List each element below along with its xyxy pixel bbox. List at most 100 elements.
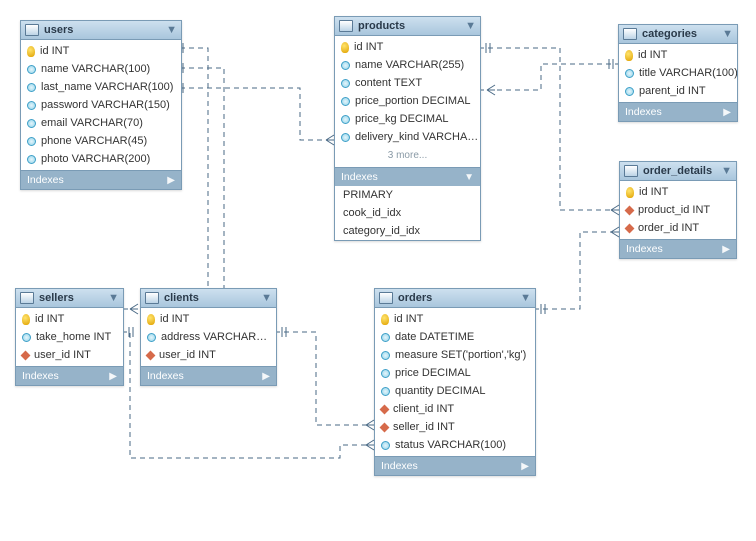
column-label: name VARCHAR(255) xyxy=(355,59,464,71)
table-column[interactable]: user_id INT xyxy=(16,346,123,364)
table-header[interactable]: sellers▼ xyxy=(16,289,123,308)
table-header[interactable]: order_details▼ xyxy=(620,162,736,181)
table-header[interactable]: users ▼ xyxy=(21,21,181,40)
table-column[interactable]: order_id INT xyxy=(620,219,736,237)
column-label: password VARCHAR(150) xyxy=(41,99,170,111)
column-label: take_home INT xyxy=(36,331,111,343)
table-categories[interactable]: categories▼ id INT title VARCHAR(100)paren… xyxy=(618,24,738,122)
table-column[interactable]: user_id INT xyxy=(141,346,276,364)
table-column[interactable]: id INT xyxy=(375,310,535,328)
table-products[interactable]: products ▼ id INT name VARCHAR(255) content … xyxy=(334,16,481,241)
column-icon xyxy=(381,351,390,360)
table-column[interactable]: product_id INT xyxy=(620,201,736,219)
table-orders[interactable]: orders ▼ id INTdate DATETIMEmeasure SET('p… xyxy=(374,288,536,476)
indexes-bar[interactable]: Indexes▶ xyxy=(16,366,123,385)
more-columns[interactable]: 3 more... xyxy=(335,146,480,165)
indexes-bar[interactable]: Indexes▶ xyxy=(375,456,535,475)
column-label: photo VARCHAR(200) xyxy=(41,153,150,165)
table-column[interactable]: measure SET('portion','kg') xyxy=(375,346,535,364)
indexes-bar[interactable]: Indexes▶ xyxy=(620,239,736,258)
table-column[interactable]: id INT xyxy=(141,310,276,328)
primary-key-icon xyxy=(625,50,633,61)
collapse-icon[interactable]: ▼ xyxy=(261,292,272,304)
table-column[interactable]: quantity DECIMAL xyxy=(375,382,535,400)
table-column[interactable]: id INT xyxy=(619,46,737,64)
table-column[interactable]: id INT xyxy=(335,38,480,56)
table-users[interactable]: users ▼ id INT name VARCHAR(100) last_name V… xyxy=(20,20,182,190)
collapse-icon[interactable]: ▼ xyxy=(465,20,476,32)
table-column[interactable]: price_portion DECIMAL xyxy=(335,92,480,110)
table-icon xyxy=(379,292,393,304)
column-list: id INT name VARCHAR(100) last_name VARCHAR… xyxy=(21,40,181,170)
indexes-bar[interactable]: Indexes▼ xyxy=(335,167,480,186)
indexes-bar[interactable]: Indexes▶ xyxy=(141,366,276,385)
table-column[interactable]: name VARCHAR(255) xyxy=(335,56,480,74)
table-column[interactable]: title VARCHAR(100) xyxy=(619,64,737,82)
collapse-icon[interactable]: ▼ xyxy=(722,28,733,40)
column-label: email VARCHAR(70) xyxy=(41,117,143,129)
table-header[interactable]: clients▼ xyxy=(141,289,276,308)
table-header[interactable]: categories▼ xyxy=(619,25,737,44)
chevron-right-icon: ▶ xyxy=(723,107,731,118)
table-column[interactable]: client_id INT xyxy=(375,400,535,418)
column-list: id INTdate DATETIMEmeasure SET('portion'… xyxy=(375,308,535,456)
primary-key-icon xyxy=(147,314,155,325)
column-icon xyxy=(381,387,390,396)
table-order_details[interactable]: order_details▼id INT product_id INTorder_… xyxy=(619,161,737,259)
table-sellers[interactable]: sellers▼ id INT take_home INT user_id INT In… xyxy=(15,288,124,386)
table-column[interactable]: id INT xyxy=(16,310,123,328)
table-column[interactable]: price DECIMAL xyxy=(375,364,535,382)
column-icon xyxy=(381,369,390,378)
collapse-icon[interactable]: ▼ xyxy=(721,165,732,177)
index-item[interactable]: PRIMARY xyxy=(335,186,480,204)
table-column[interactable]: take_home INT xyxy=(16,328,123,346)
foreign-key-icon xyxy=(380,422,390,432)
table-header[interactable]: orders ▼ xyxy=(375,289,535,308)
collapse-icon[interactable]: ▼ xyxy=(520,292,531,304)
index-item[interactable]: cook_id_idx xyxy=(335,204,480,222)
column-label: status VARCHAR(100) xyxy=(395,439,506,451)
collapse-icon[interactable]: ▼ xyxy=(166,24,177,36)
table-column[interactable]: address VARCHAR… xyxy=(141,328,276,346)
table-title: products xyxy=(358,20,405,32)
column-label: client_id INT xyxy=(393,403,454,415)
table-column[interactable]: last_name VARCHAR(100) xyxy=(21,78,181,96)
column-label: name VARCHAR(100) xyxy=(41,63,150,75)
indexes-bar[interactable]: Indexes▶ xyxy=(21,170,181,189)
column-label: id INT xyxy=(638,49,667,61)
table-icon xyxy=(623,28,637,40)
column-label: phone VARCHAR(45) xyxy=(41,135,147,147)
table-title: orders xyxy=(398,292,432,304)
table-column[interactable]: photo VARCHAR(200) xyxy=(21,150,181,168)
table-clients[interactable]: clients▼ id INT address VARCHAR… user_id IN… xyxy=(140,288,277,386)
indexes-label: Indexes xyxy=(27,174,64,186)
table-column[interactable]: price_kg DECIMAL xyxy=(335,110,480,128)
table-column[interactable]: name VARCHAR(100) xyxy=(21,60,181,78)
table-title: users xyxy=(44,24,73,36)
table-column[interactable]: phone VARCHAR(45) xyxy=(21,132,181,150)
indexes-label: Indexes xyxy=(625,106,662,118)
table-column[interactable]: password VARCHAR(150) xyxy=(21,96,181,114)
column-label: id INT xyxy=(639,186,668,198)
column-icon xyxy=(341,97,350,106)
table-header[interactable]: products ▼ xyxy=(335,17,480,36)
indexes-bar[interactable]: Indexes ▶ xyxy=(619,102,737,121)
column-label: last_name VARCHAR(100) xyxy=(41,81,173,93)
table-column[interactable]: id INT xyxy=(21,42,181,60)
table-column[interactable]: status VARCHAR(100) xyxy=(375,436,535,454)
table-column[interactable]: seller_id INT xyxy=(375,418,535,436)
index-item[interactable]: category_id_idx xyxy=(335,222,480,240)
column-label: address VARCHAR… xyxy=(161,331,267,343)
column-list: id INT title VARCHAR(100)parent_id INT xyxy=(619,44,737,102)
table-column[interactable]: parent_id INT xyxy=(619,82,737,100)
table-column[interactable]: id INT xyxy=(620,183,736,201)
table-column[interactable]: date DATETIME xyxy=(375,328,535,346)
collapse-icon[interactable]: ▼ xyxy=(108,292,119,304)
erd-canvas: users ▼ id INT name VARCHAR(100) last_name V… xyxy=(0,0,756,541)
indexes-label: Indexes xyxy=(341,171,378,183)
column-icon xyxy=(27,65,36,74)
table-column[interactable]: delivery_kind VARCHA… xyxy=(335,128,480,146)
table-column[interactable]: content TEXT xyxy=(335,74,480,92)
column-icon xyxy=(341,115,350,124)
table-column[interactable]: email VARCHAR(70) xyxy=(21,114,181,132)
